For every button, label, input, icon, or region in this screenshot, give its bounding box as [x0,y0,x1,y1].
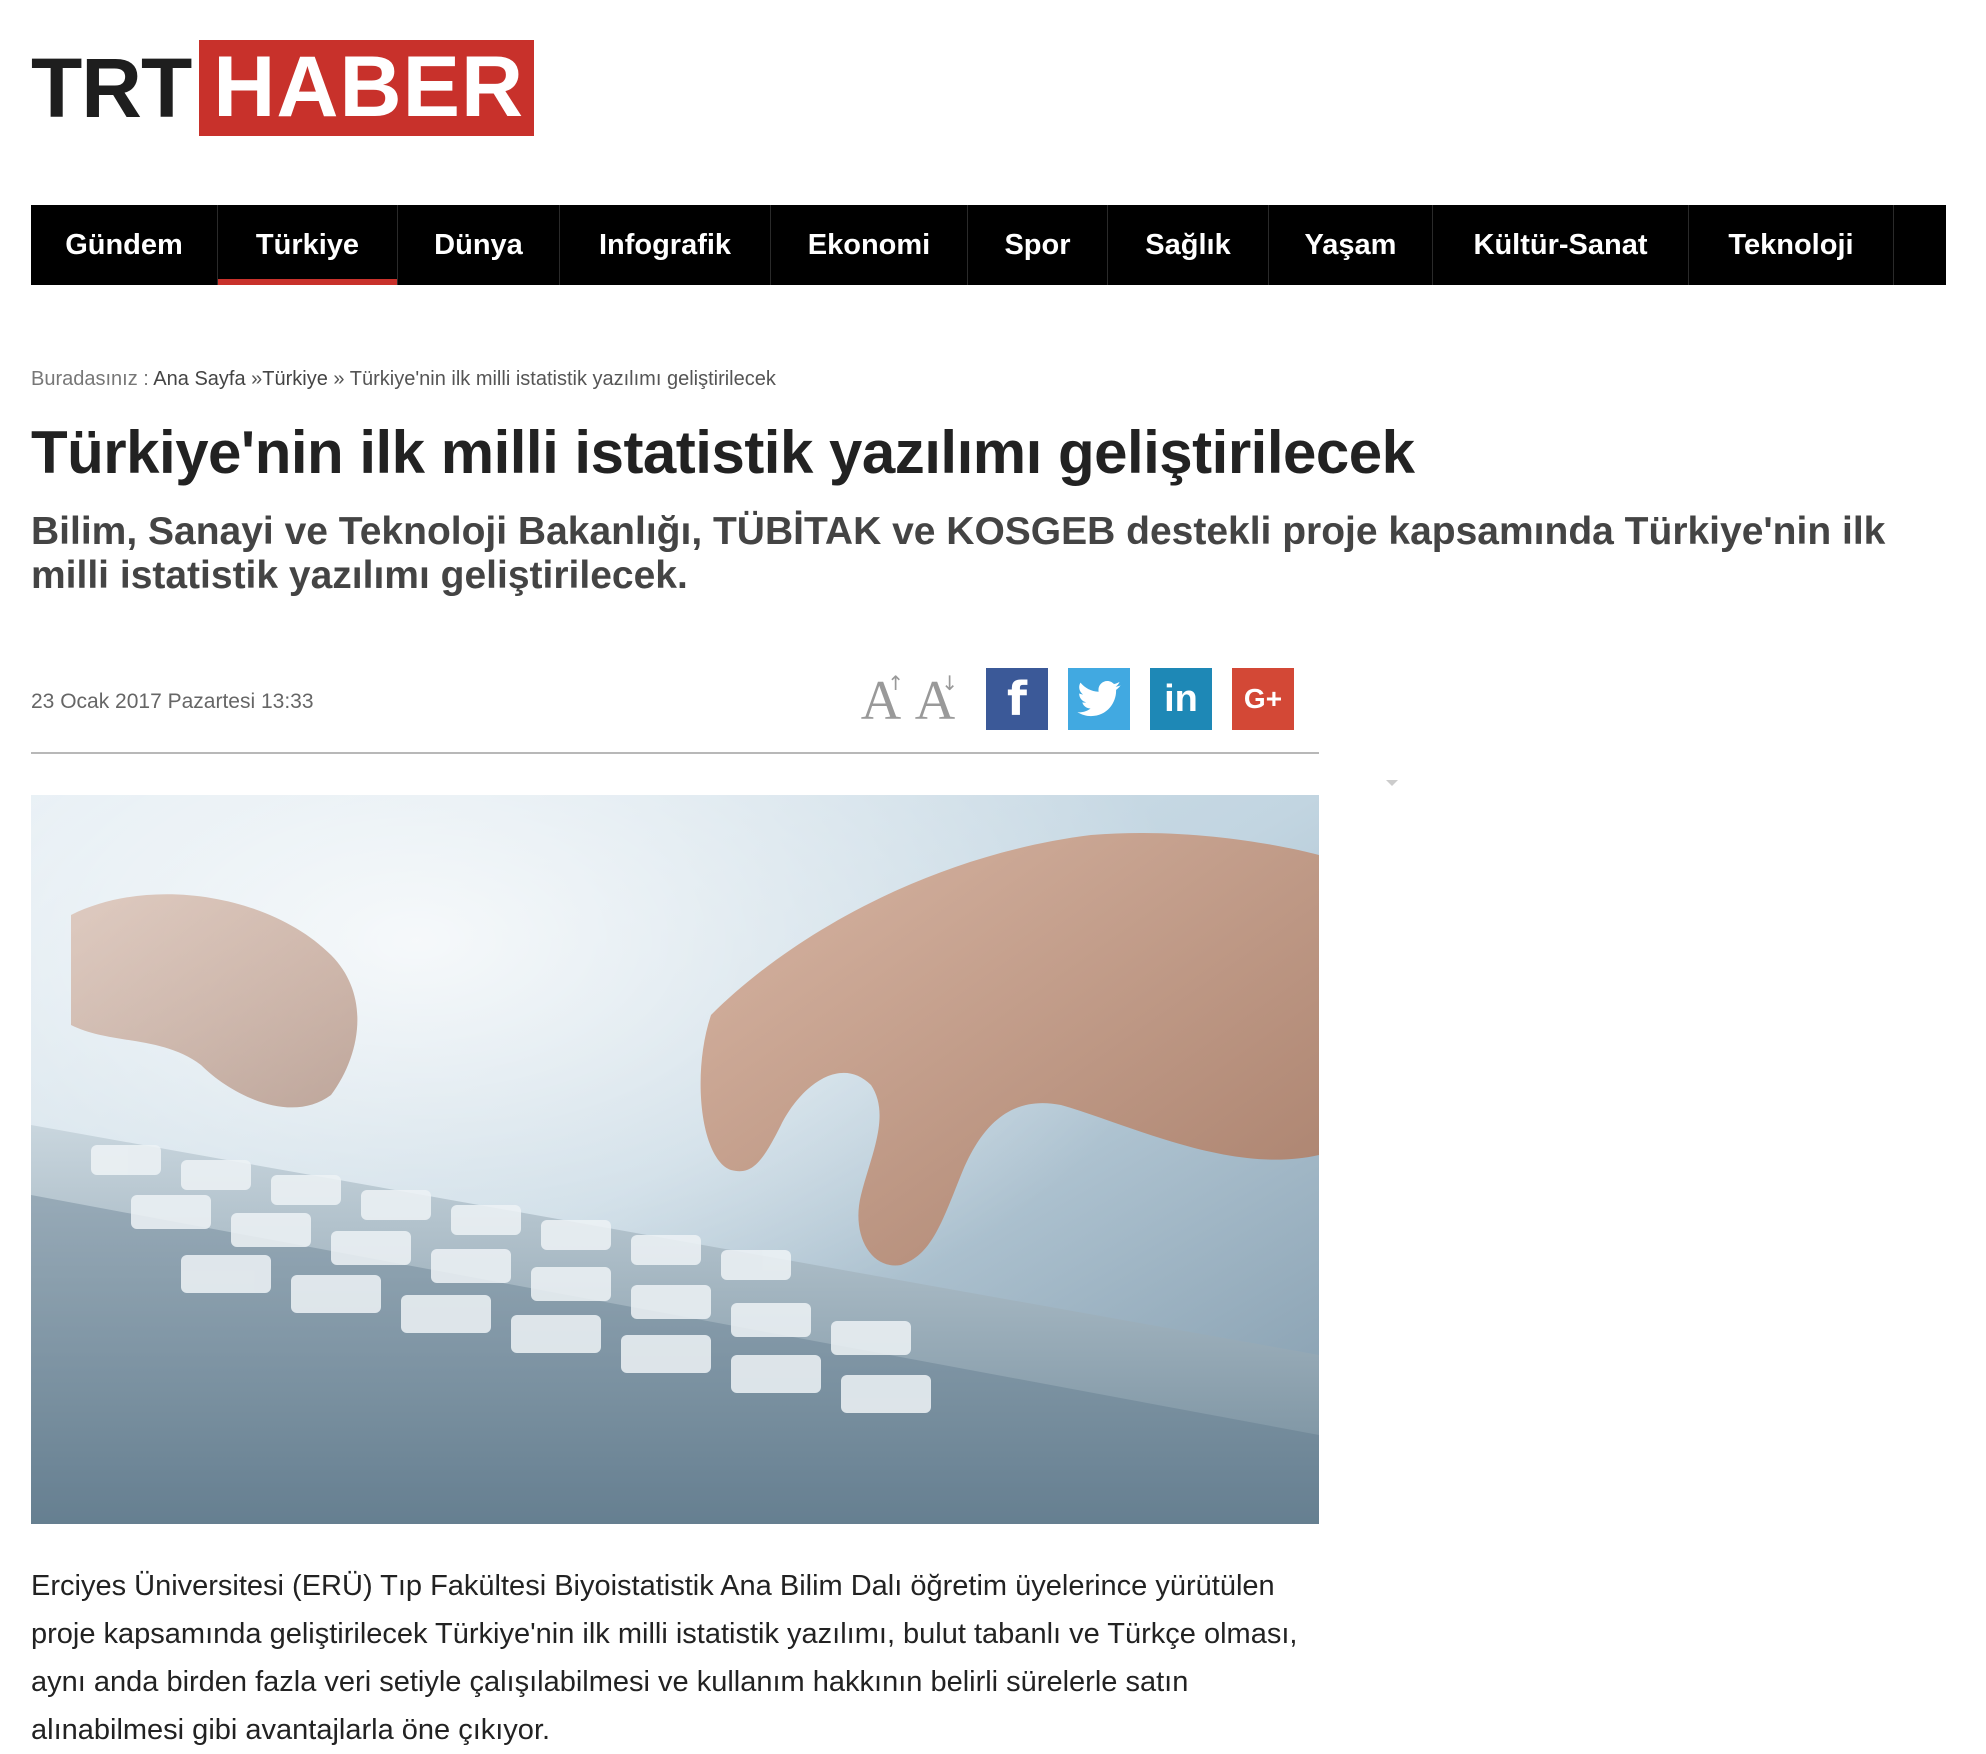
breadcrumb-prefix: Buradasınız : [31,368,149,390]
nav-item-spor[interactable]: Spor [968,205,1108,285]
article-spot: Bilim, Sanayi ve Teknoloji Bakanlığı, TÜ… [31,510,1886,597]
twitter-icon [1077,681,1121,717]
font-decrease-button[interactable]: A ↓ [912,669,958,729]
facebook-icon: f [1006,672,1027,726]
header-divider [31,752,1319,754]
breadcrumb-home-link[interactable]: Ana Sayfa [153,368,245,390]
breadcrumb-current: Türkiye'nin ilk milli istatistik yazılım… [349,368,776,390]
article-body-paragraph: Erciyes Üniversitesi (ERÜ) Tıp Fakültesi… [31,1570,1298,1746]
breadcrumb-separator: » [333,368,345,390]
nav-item-infografik[interactable]: Infografik [560,205,771,285]
article-title: Türkiye'nin ilk milli istatistik yazılım… [31,419,1415,486]
arrow-up-icon: ↑ [887,671,904,695]
trt-haber-logo[interactable]: TRT HABER [31,40,535,136]
arrow-down-icon: ↓ [941,671,958,695]
nav-item-gundem[interactable]: Gündem [31,205,218,285]
linkedin-share-button[interactable]: in [1150,668,1212,730]
article-tools: A ↑ A ↓ f in G+ [858,667,1294,731]
article-date: 23 Ocak 2017 Pazartesi 13:33 [31,690,314,713]
googleplus-share-button[interactable]: G+ [1232,668,1294,730]
nav-item-teknoloji[interactable]: Teknoloji [1689,205,1894,285]
nav-item-kultur-sanat[interactable]: Kültür-Sanat [1433,205,1689,285]
nav-item-ekonomi[interactable]: Ekonomi [771,205,968,285]
nav-item-yasam[interactable]: Yaşam [1269,205,1433,285]
caret-down-icon [1386,780,1398,786]
breadcrumb-category-link[interactable]: Türkiye [262,368,328,390]
article-image-keyboard [31,795,1319,1524]
twitter-share-button[interactable] [1068,668,1130,730]
logo-haber-text: HABER [199,40,535,136]
linkedin-icon: in [1164,677,1198,720]
font-increase-button[interactable]: A ↑ [858,669,904,729]
googleplus-icon: G+ [1243,683,1283,714]
nav-item-dunya[interactable]: Dünya [398,205,560,285]
breadcrumb: Buradasınız : Ana Sayfa »Türkiye » Türki… [31,368,776,391]
logo-trt-text: TRT [31,41,192,135]
breadcrumb-separator: » [251,368,263,390]
main-navigation: Gündem Türkiye Dünya Infografik Ekonomi … [31,205,1946,285]
facebook-share-button[interactable]: f [986,668,1048,730]
nav-item-saglik[interactable]: Sağlık [1108,205,1269,285]
nav-item-turkiye[interactable]: Türkiye [218,205,398,285]
